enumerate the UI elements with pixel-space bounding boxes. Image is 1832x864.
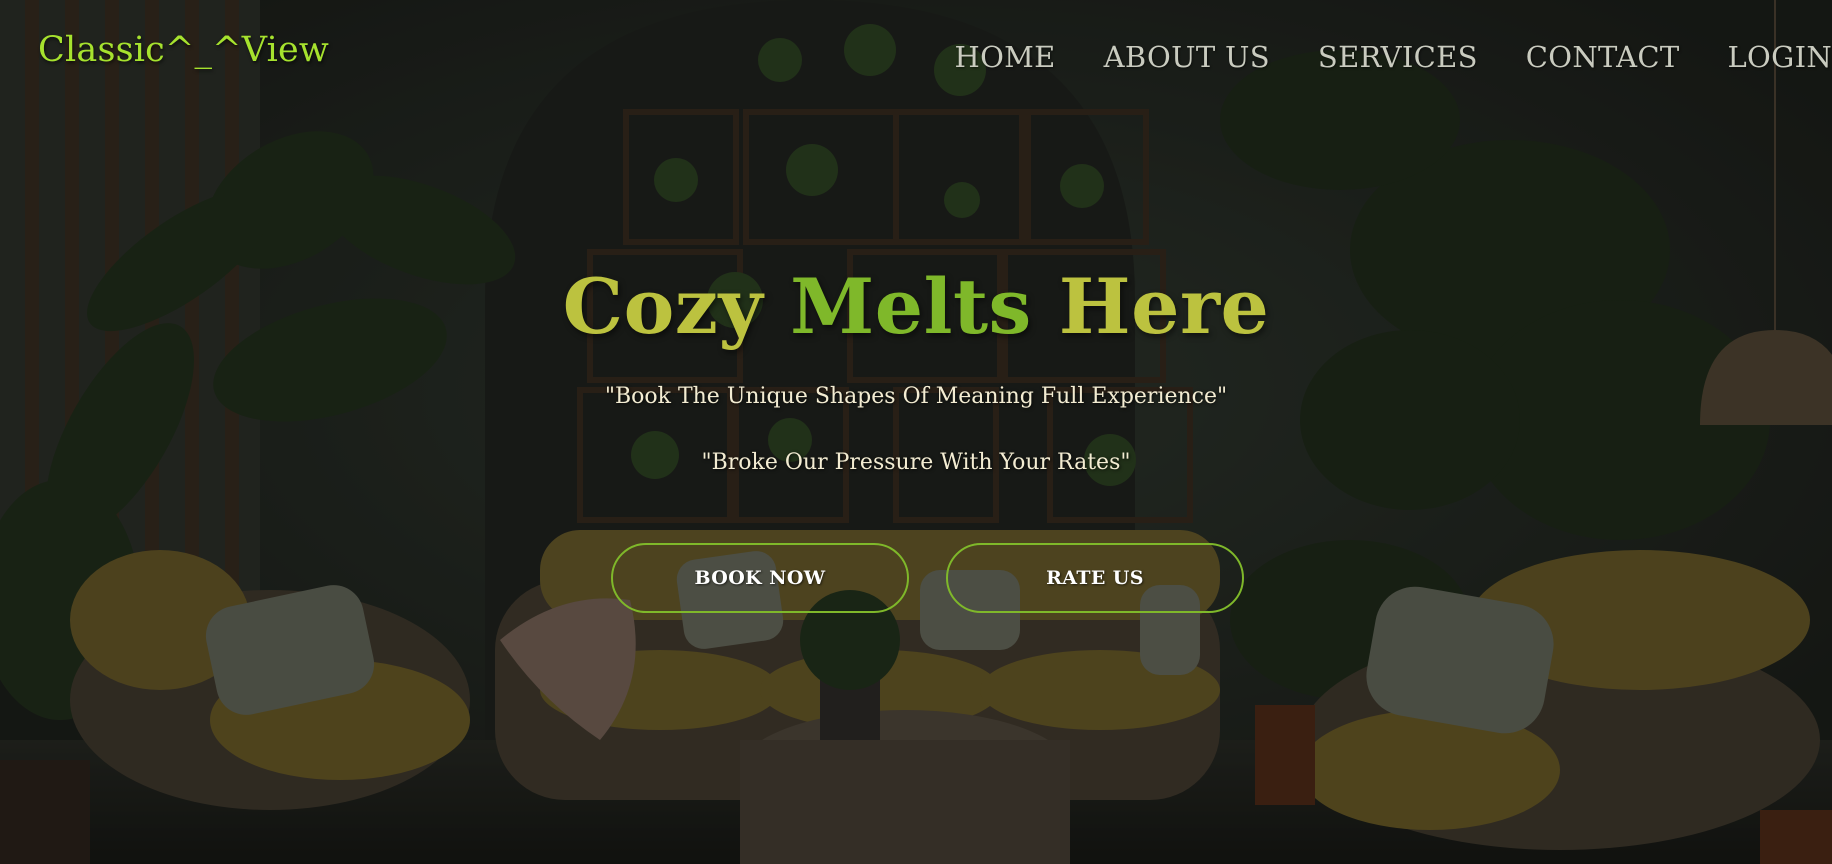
hero-background xyxy=(0,0,1832,864)
hero-title-part2: Here xyxy=(1031,262,1270,351)
rate-us-button[interactable]: RATE US xyxy=(946,543,1244,613)
nav-home[interactable]: HOME xyxy=(931,40,1080,74)
hero-tagline-2: "Broke Our Pressure With Your Rates" xyxy=(701,450,1131,475)
nav-about-us[interactable]: ABOUT US xyxy=(1080,40,1294,74)
main-nav: HOME ABOUT US SERVICES CONTACT LOGIN xyxy=(931,40,1832,74)
nav-services[interactable]: SERVICES xyxy=(1294,40,1502,74)
hero-title-accent: Melts xyxy=(790,262,1032,351)
hero-title-part1: Cozy xyxy=(562,262,791,351)
nav-login[interactable]: LOGIN xyxy=(1703,40,1832,74)
nav-contact[interactable]: CONTACT xyxy=(1502,40,1704,74)
book-now-button[interactable]: BOOK NOW xyxy=(611,543,909,613)
hero-title: Cozy Melts Here xyxy=(0,262,1832,351)
site-logo[interactable]: Classic^_^View xyxy=(38,30,329,70)
hero-tagline-1: "Book The Unique Shapes Of Meaning Full … xyxy=(604,384,1228,409)
